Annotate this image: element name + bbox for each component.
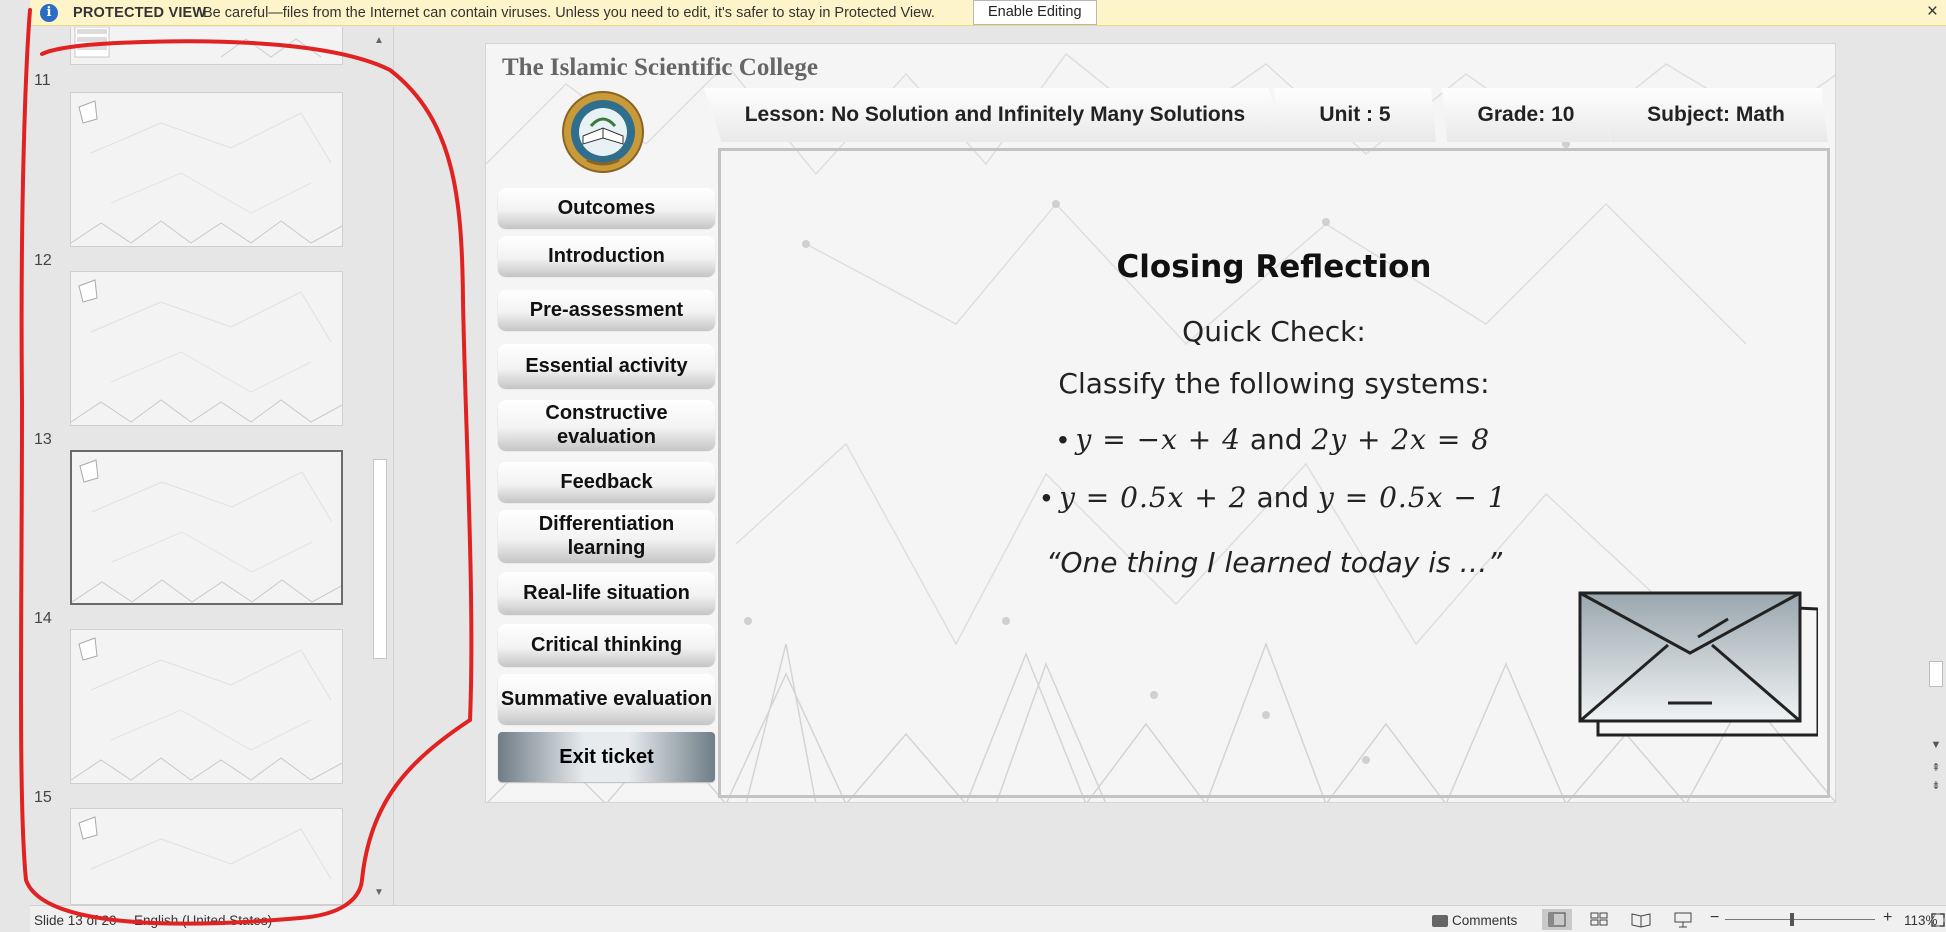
menu-constructive-evaluation-button[interactable]: Constructive evaluation bbox=[498, 400, 715, 450]
protected-view-title: PROTECTED VIEW bbox=[73, 5, 207, 21]
protected-view-message: Be careful—files from the Internet can c… bbox=[203, 5, 935, 21]
reading-view-icon bbox=[1631, 913, 1651, 928]
zoom-in-icon[interactable]: + bbox=[1883, 909, 1892, 927]
equation-line-1: • y = −x + 4 and 2y + 2x = 8 bbox=[721, 423, 1827, 456]
normal-view-button[interactable] bbox=[1542, 909, 1572, 930]
close-icon[interactable]: × bbox=[1927, 1, 1938, 23]
slide-editing-area: The Islamic Scientific College Lesson: N… bbox=[395, 27, 1925, 905]
college-logo bbox=[562, 91, 644, 173]
reflection-quote: “One thing I learned today is …” bbox=[1045, 546, 1503, 579]
zoom-slider[interactable] bbox=[1725, 919, 1875, 920]
menu-feedback-button[interactable]: Feedback bbox=[498, 462, 715, 502]
previous-slide-icon[interactable]: ⇞ bbox=[1929, 761, 1943, 774]
slide-scrollbar[interactable]: ▼ ⇞ ⇟ bbox=[1926, 27, 1946, 905]
info-icon: i bbox=[40, 4, 58, 22]
status-bar: Slide 13 of 20 English (United States) C… bbox=[30, 905, 1946, 932]
slide-canvas[interactable]: The Islamic Scientific College Lesson: N… bbox=[485, 43, 1836, 803]
and-text: and bbox=[1240, 423, 1312, 456]
slide-title: Closing Reflection bbox=[1116, 249, 1432, 285]
slide-content-box: Closing Reflection Quick Check: Classify… bbox=[718, 148, 1830, 798]
college-name: The Islamic Scientific College bbox=[502, 54, 818, 81]
protected-view-bar: i PROTECTED VIEW Be careful—files from t… bbox=[30, 0, 1946, 26]
bullet: • bbox=[1057, 424, 1068, 455]
menu-outcomes-button[interactable]: Outcomes bbox=[498, 188, 715, 228]
equation: 2y + 2x = 8 bbox=[1311, 423, 1491, 456]
slide-thumbnail-11[interactable] bbox=[70, 92, 343, 247]
unit-header: Unit : 5 bbox=[1274, 88, 1436, 142]
normal-view-icon bbox=[1548, 912, 1566, 927]
scrollbar-thumb[interactable] bbox=[1929, 661, 1943, 687]
slide-thumbnail-15[interactable] bbox=[70, 808, 343, 905]
scroll-down-icon[interactable]: ▼ bbox=[373, 887, 385, 899]
slide-number: 11 bbox=[34, 72, 51, 89]
equation: y = 0.5x + 2 bbox=[1059, 481, 1248, 514]
scroll-down-icon[interactable]: ▼ bbox=[1929, 739, 1943, 751]
thumbnails-scrollbar[interactable]: ▲ ▼ bbox=[370, 31, 388, 899]
slide-thumbnail-partial[interactable] bbox=[70, 27, 343, 65]
slide-thumbnails-pane: 11 12 13 14 15 ▲ ▼ bbox=[30, 27, 394, 905]
fit-to-window-button[interactable] bbox=[1930, 909, 1946, 930]
slide-show-button[interactable] bbox=[1668, 909, 1698, 930]
slide-sorter-button[interactable] bbox=[1584, 909, 1614, 930]
menu-summative-evaluation-button[interactable]: Summative evaluation bbox=[498, 674, 715, 724]
slide-sorter-icon bbox=[1590, 912, 1608, 926]
slide-number: 15 bbox=[34, 789, 52, 806]
next-slide-icon[interactable]: ⇟ bbox=[1929, 779, 1943, 792]
bullet: • bbox=[1041, 482, 1052, 513]
equation: y = −x + 4 bbox=[1075, 423, 1241, 456]
comment-icon bbox=[1432, 915, 1448, 928]
menu-essential-activity-button[interactable]: Essential activity bbox=[498, 344, 715, 388]
quick-check-text: Quick Check: bbox=[1182, 315, 1366, 348]
slide-thumbnail-12[interactable] bbox=[70, 271, 343, 426]
menu-real-life-situation-button[interactable]: Real-life situation bbox=[498, 572, 715, 614]
grade-header: Grade: 10 bbox=[1442, 88, 1610, 142]
and-text: and bbox=[1247, 481, 1319, 514]
fit-to-window-icon bbox=[1931, 913, 1945, 927]
comments-button[interactable]: Comments bbox=[1432, 909, 1522, 930]
classify-text: Classify the following systems: bbox=[1058, 367, 1490, 400]
equation: y = 0.5x − 1 bbox=[1318, 481, 1507, 514]
slide-number: 12 bbox=[34, 252, 52, 269]
slide-show-icon bbox=[1674, 912, 1692, 928]
zoom-slider-handle[interactable] bbox=[1790, 913, 1794, 926]
menu-differentiation-learning-button[interactable]: Differentiation learning bbox=[498, 510, 715, 562]
envelope-icon bbox=[1578, 591, 1818, 737]
reading-view-button[interactable] bbox=[1626, 909, 1656, 930]
enable-editing-button[interactable]: Enable Editing bbox=[973, 0, 1097, 25]
menu-pre-assessment-button[interactable]: Pre-assessment bbox=[498, 290, 715, 330]
slide-thumbnail-14[interactable] bbox=[70, 629, 343, 784]
subject-header: Subject: Math bbox=[1604, 88, 1828, 142]
slide-indicator: Slide 13 of 20 bbox=[34, 913, 117, 928]
menu-introduction-button[interactable]: Introduction bbox=[498, 236, 715, 276]
slide-number: 14 bbox=[34, 610, 52, 627]
scroll-up-icon[interactable]: ▲ bbox=[373, 35, 385, 47]
zoom-out-icon[interactable]: − bbox=[1710, 909, 1719, 927]
menu-critical-thinking-button[interactable]: Critical thinking bbox=[498, 624, 715, 666]
menu-exit-ticket-button[interactable]: Exit ticket bbox=[498, 732, 715, 782]
scrollbar-thumb[interactable] bbox=[373, 459, 387, 659]
lesson-header: Lesson: No Solution and Infinitely Many … bbox=[704, 88, 1286, 142]
equation-line-2: • y = 0.5x + 2 and y = 0.5x − 1 bbox=[721, 481, 1827, 514]
language-indicator[interactable]: English (United States) bbox=[134, 913, 272, 928]
slide-thumbnail-13[interactable] bbox=[70, 450, 343, 605]
slide-number: 13 bbox=[34, 431, 52, 448]
